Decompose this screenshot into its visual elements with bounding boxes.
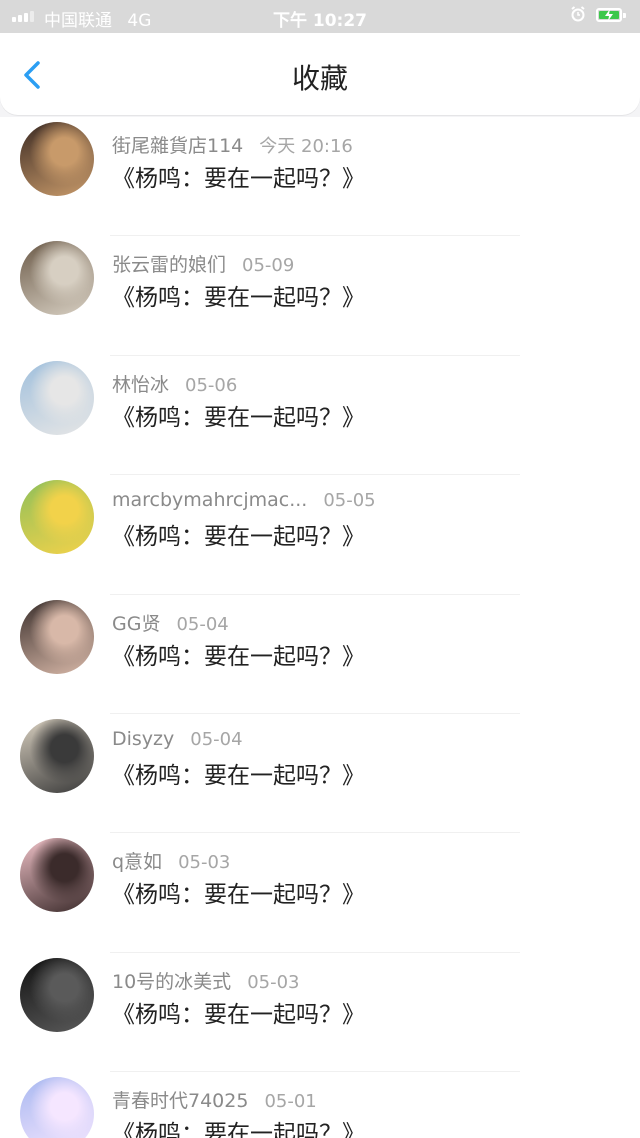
username[interactable]: 张云雷的娘们: [112, 254, 226, 276]
list-item[interactable]: 林怡冰 05-06 《杨鸣：要在一起吗？》: [0, 356, 640, 476]
item-title[interactable]: 《杨鸣：要在一起吗？》: [112, 875, 365, 909]
item-meta: 张云雷的娘们 05-09: [112, 250, 294, 277]
timestamp: 05-03: [178, 852, 231, 874]
avatar[interactable]: [20, 599, 94, 674]
status-bar: 中国联通 4G 下午 10:27: [0, 0, 640, 33]
timestamp: 05-05: [323, 490, 376, 512]
item-meta: 青春时代74025 05-01: [112, 1086, 317, 1113]
item-meta: marcbymahrcjmac... 05-05: [112, 489, 376, 511]
list-item[interactable]: GG贤 05-04 《杨鸣：要在一起吗？》: [0, 595, 640, 715]
avatar[interactable]: [20, 360, 94, 435]
item-title[interactable]: 《杨鸣：要在一起吗？》: [112, 995, 365, 1029]
timestamp: 05-04: [176, 613, 229, 635]
item-meta: Disyzy 05-04: [112, 728, 243, 750]
list-item[interactable]: Disyzy 05-04 《杨鸣：要在一起吗？》: [0, 714, 640, 834]
favorites-list: 街尾雜貨店114 今天 20:16 《杨鸣：要在一起吗？》 张云雷的娘们 05-09 《杨…: [0, 117, 640, 1138]
list-item[interactable]: 10号的冰美式 05-03 《杨鸣：要在一起吗？》: [0, 953, 640, 1073]
list-item[interactable]: q意如 05-03 《杨鸣：要在一起吗？》: [0, 833, 640, 954]
charging-bolt-icon: [605, 9, 613, 21]
page-title: 收藏: [291, 62, 348, 95]
username[interactable]: marcbymahrcjmac...: [112, 489, 307, 511]
timestamp: 05-03: [247, 971, 300, 993]
username[interactable]: 林怡冰: [112, 374, 169, 396]
item-meta: 10号的冰美式 05-03: [112, 967, 300, 994]
avatar[interactable]: [20, 838, 94, 913]
avatar[interactable]: [20, 122, 94, 196]
avatar[interactable]: [20, 480, 94, 555]
timestamp: 05-01: [264, 1091, 317, 1113]
item-title[interactable]: 《杨鸣：要在一起吗？》: [112, 517, 365, 551]
username[interactable]: q意如: [112, 851, 162, 873]
username[interactable]: 街尾雜貨店114: [112, 135, 243, 157]
list-item[interactable]: 街尾雜貨店114 今天 20:16 《杨鸣：要在一起吗？》: [0, 117, 640, 237]
battery-cap: [623, 13, 626, 18]
avatar[interactable]: [20, 718, 94, 793]
item-title[interactable]: 《杨鸣：要在一起吗？》: [112, 278, 365, 312]
item-title[interactable]: 《杨鸣：要在一起吗？》: [112, 398, 365, 432]
item-title[interactable]: 《杨鸣：要在一起吗？》: [112, 756, 365, 790]
item-meta: q意如 05-03: [112, 847, 230, 874]
item-title[interactable]: 《杨鸣：要在一起吗？》: [112, 637, 365, 671]
alarm-icon: [571, 6, 585, 22]
list-item[interactable]: marcbymahrcjmac... 05-05 《杨鸣：要在一起吗？》: [0, 475, 640, 595]
item-meta: GG贤 05-04: [112, 609, 229, 636]
item-title[interactable]: 《杨鸣：要在一起吗？》: [112, 1114, 365, 1138]
username[interactable]: 10号的冰美式: [112, 971, 231, 993]
timestamp: 05-04: [190, 728, 243, 750]
avatar[interactable]: [20, 957, 94, 1032]
timestamp: 05-06: [185, 374, 238, 396]
avatar[interactable]: [20, 241, 94, 316]
status-time: 下午 10:27: [272, 11, 368, 31]
list-item[interactable]: 张云雷的娘们 05-09 《杨鸣：要在一起吗？》: [0, 236, 640, 357]
item-meta: 街尾雜貨店114 今天 20:16: [112, 131, 353, 158]
username[interactable]: 青春时代74025: [112, 1090, 248, 1112]
username[interactable]: Disyzy: [112, 728, 174, 750]
list-item[interactable]: 青春时代74025 05-01 《杨鸣：要在一起吗？》: [0, 1072, 640, 1138]
item-meta: 林怡冰 05-06: [112, 370, 237, 397]
item-title[interactable]: 《杨鸣：要在一起吗？》: [112, 159, 365, 193]
avatar[interactable]: [20, 1077, 94, 1138]
timestamp: 今天 20:16: [259, 136, 353, 157]
timestamp: 05-09: [242, 255, 295, 277]
nav-header: 收藏: [0, 33, 640, 115]
username[interactable]: GG贤: [112, 613, 160, 635]
